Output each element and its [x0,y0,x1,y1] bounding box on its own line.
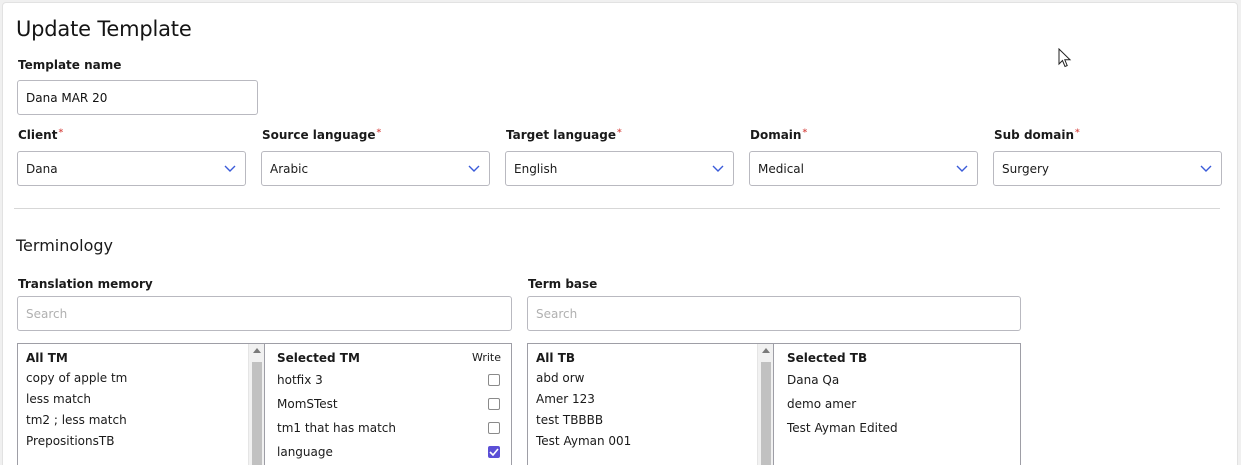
selected-tm-name: MomSTest [277,397,338,411]
selected-tm-item[interactable]: tm1 that has match [265,416,511,440]
list-item[interactable]: abd orw [528,368,757,389]
selected-tm-item[interactable]: MomSTest [265,392,511,416]
domain-select[interactable]: Medical [749,151,978,186]
chevron-down-icon [955,162,969,176]
target-language-label: Target language* [506,128,622,142]
selected-tb-list: Selected TB Dana Qa demo amer Test Ayman… [774,344,1020,465]
source-language-label: Source language* [262,128,382,142]
list-item[interactable]: Test Ayman 001 [528,431,757,452]
list-item[interactable]: tm2 ; less match [18,410,248,431]
terminology-heading: Terminology [16,236,114,255]
selected-tm-name: hotfix 3 [277,373,323,387]
all-tb-scrollbar[interactable] [757,344,773,465]
list-item[interactable]: Amer 123 [528,389,757,410]
target-language-select[interactable]: English [505,151,734,186]
write-checkbox[interactable] [488,422,500,434]
all-tb-header: All TB [536,351,576,365]
selected-tm-item[interactable]: hotfix 3 [265,368,511,392]
selected-tb-item[interactable]: demo amer [774,392,1020,416]
selected-tb-item[interactable]: Dana Qa [774,368,1020,392]
target-language-value: English [514,161,558,176]
scroll-up-icon[interactable] [253,348,261,353]
selected-tm-name: language [277,445,333,459]
chevron-down-icon [711,162,725,176]
selected-tb-header: Selected TB [787,351,868,365]
tm-search-input[interactable]: Search [17,296,512,331]
write-column-header: Write [471,351,501,364]
required-mark: * [1075,128,1080,138]
domain-value: Medical [758,161,804,176]
selected-tm-header: Selected TM Write [265,344,511,368]
required-mark: * [58,128,64,138]
write-checkbox[interactable] [488,398,500,410]
all-tm-header: All TM [26,351,68,365]
chevron-down-icon [223,162,237,176]
selected-tm-list: Selected TM Write hotfix 3 MomSTest tm1 … [265,344,511,465]
chevron-down-icon [467,162,481,176]
list-item[interactable]: test TBBBB [528,410,757,431]
selected-tm-item[interactable]: language [265,440,511,464]
all-tb-list: All TB abd orw Amer 123 test TBBBB Test … [528,344,757,465]
template-name-input[interactable]: Dana MAR 20 [17,80,258,115]
page-title: Update Template [16,17,192,41]
required-mark: * [376,128,382,138]
domain-label: Domain* [750,128,808,142]
scroll-thumb[interactable] [252,362,262,465]
mouse-cursor-icon [1058,47,1072,72]
source-language-value: Arabic [270,161,309,176]
list-item[interactable]: less match [18,389,248,410]
required-mark: * [617,128,622,138]
tm-transfer-panel: All TM copy of apple tm less match tm2 ;… [17,343,512,465]
client-label: Client* [18,128,64,142]
sub-domain-value: Surgery [1002,161,1049,176]
check-icon [489,448,499,456]
scroll-up-icon[interactable] [762,348,770,353]
source-language-select[interactable]: Arabic [261,151,490,186]
required-mark: * [802,128,808,138]
selected-tb-item[interactable]: Test Ayman Edited [774,416,1020,440]
term-base-label: Term base [528,277,598,291]
all-tm-list: All TM copy of apple tm less match tm2 ;… [18,344,248,465]
tb-transfer-panel: All TB abd orw Amer 123 test TBBBB Test … [527,343,1021,465]
template-name-label: Template name [18,58,122,72]
translation-memory-label: Translation memory [18,277,153,291]
section-divider [14,208,1220,209]
sub-domain-label: Sub domain* [994,128,1080,142]
list-item[interactable]: PrepositionsTB [18,431,248,452]
client-select[interactable]: Dana [17,151,246,186]
scroll-thumb[interactable] [761,362,771,465]
chevron-down-icon [1199,162,1213,176]
all-tm-scrollbar[interactable] [248,344,264,465]
tb-search-input[interactable]: Search [527,296,1021,331]
selected-tm-name: tm1 that has match [277,421,397,435]
sub-domain-select[interactable]: Surgery [993,151,1222,186]
write-checkbox-checked[interactable] [488,446,500,458]
client-value: Dana [26,161,58,176]
list-item[interactable]: copy of apple tm [18,368,248,389]
write-checkbox[interactable] [488,374,500,386]
